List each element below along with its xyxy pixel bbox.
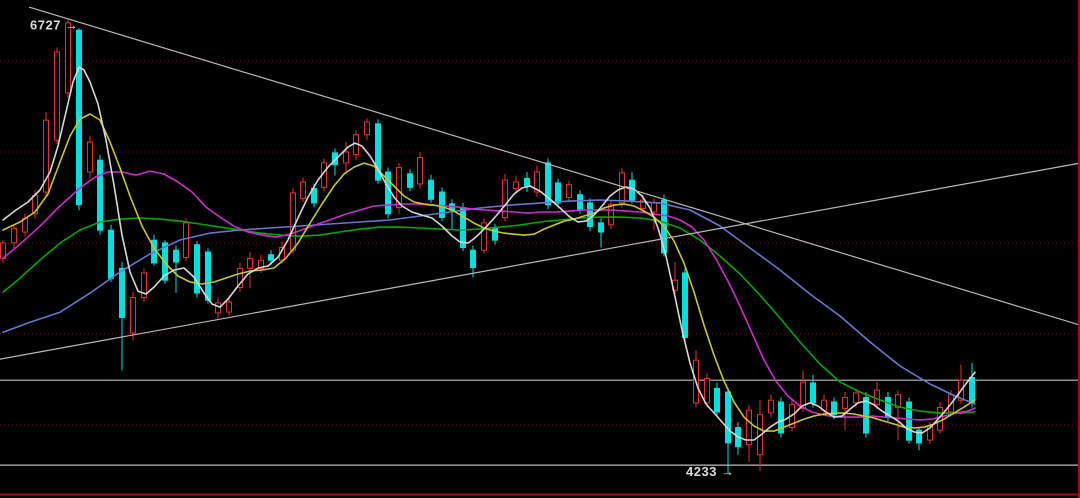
candle-86 [917,428,922,451]
candle-52 [556,178,561,207]
candle-20 [216,298,221,319]
candle-body-up [291,193,296,250]
candle-body-up [769,400,774,413]
candle-0 [1,240,6,263]
high-price-label: 6727 → [30,18,79,33]
candle-27 [291,188,296,253]
candle-12 [131,292,136,340]
candle-body-down [429,180,434,199]
candle-45 [482,218,487,253]
candle-42 [450,199,455,230]
candle-body-up [131,298,136,334]
candle-38 [408,169,413,191]
candle-body-down [556,183,561,203]
low-price-label: 4233 → [686,464,735,479]
candle-body-up [365,122,370,135]
candle-11 [120,262,125,370]
candle-34 [365,118,370,140]
candle-33 [354,130,359,160]
ma-blue [3,200,975,404]
candle-body-up [514,182,519,188]
candle-5 [55,48,60,144]
candle-body-down [525,178,530,185]
candle-body-up [66,23,71,93]
candle-40 [429,175,434,203]
candle-body-down [174,250,179,262]
candle-body-down [77,30,82,205]
candle-22 [238,263,243,292]
ma-yellow [3,114,975,431]
ma-green [3,217,975,413]
candle-body-up [88,142,93,172]
candle-81 [864,392,869,438]
candle-35 [376,119,381,184]
candle-body-down [206,252,211,300]
candle-body-down [970,378,975,404]
candle-84 [896,390,901,440]
candle-64 [683,268,688,342]
candle-70 [747,405,752,462]
candle-body-up [567,185,572,198]
candle-body-down [811,383,816,403]
candle-50 [535,166,540,197]
candle-body-up [705,378,710,403]
moving-average-lines [3,67,975,440]
support-level-lines [0,380,1080,465]
candle-body-up [184,223,189,258]
candle-13 [142,268,147,302]
candle-body-down [578,195,583,211]
candle-body-down [98,160,103,230]
candle-41 [440,188,445,222]
candle-10 [109,225,114,282]
candle-body-down [715,388,720,412]
candle-body-up [12,228,17,243]
candle-body-down [726,392,731,443]
candle-49 [525,172,530,192]
candle-body-up [227,302,232,312]
candle-body-up [843,398,848,409]
candle-85 [907,398,912,444]
price-annotations: 6727 → 4233 → [30,18,735,479]
candle-body-down [269,255,274,261]
candle-39 [418,152,423,188]
candle-body-up [55,52,60,140]
candle-8 [88,136,93,179]
candle-36 [386,168,391,219]
candle-body-up [609,205,614,225]
candle-72 [769,395,774,418]
candle-56 [599,218,604,247]
candle-body-down [907,402,912,440]
ma-white [3,67,975,440]
candle-body-down [120,268,125,317]
candle-53 [567,180,572,201]
candle-body-up [652,203,657,212]
candle-18 [195,241,200,297]
candle-1 [12,225,17,249]
candle-body-down [683,273,688,338]
candle-body-up [344,152,349,163]
candle-body-down [408,174,413,188]
candlestick-chart[interactable]: 6727 → 4233 → [0,0,1080,498]
candle-57 [609,200,614,229]
candle-series [1,20,975,474]
candle-body-up [216,303,221,313]
candle-67 [715,383,720,417]
candle-body-up [418,158,423,184]
candle-body-down [599,223,604,232]
candle-body-up [854,393,859,403]
candle-73 [779,398,784,438]
descending-resistance [29,7,1080,325]
chart-canvas[interactable]: 6727 → 4233 → [0,0,1080,498]
candle-body-down [471,250,476,267]
candle-body-up [248,258,253,268]
candle-body-down [109,230,114,278]
candle-body-up [301,182,306,198]
candle-28 [301,178,306,203]
candle-47 [503,174,508,221]
